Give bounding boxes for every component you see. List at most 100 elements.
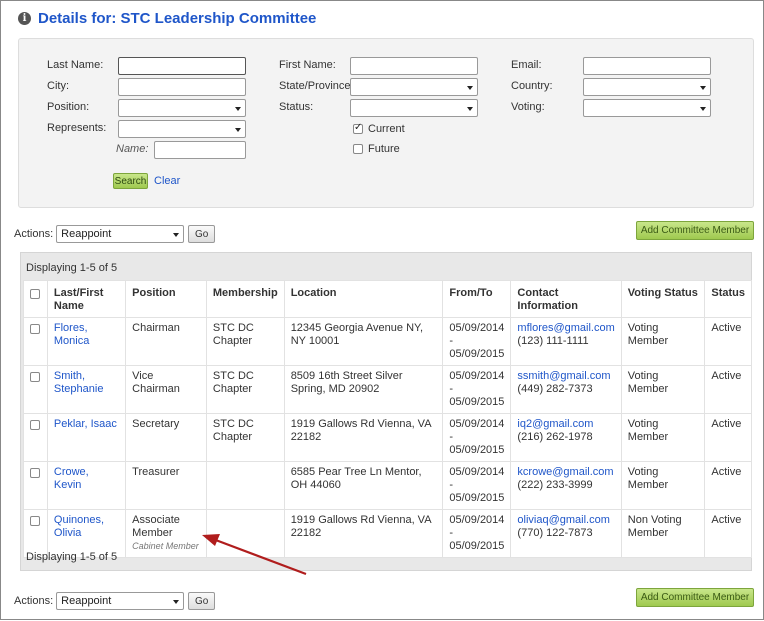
represents-select[interactable] (118, 120, 246, 138)
last-name-input[interactable] (118, 57, 246, 75)
chevron-down-icon (700, 86, 706, 90)
col-membership[interactable]: Membership (205, 280, 285, 318)
col-status[interactable]: Status (704, 280, 752, 318)
voting-label: Voting: (511, 101, 545, 113)
clear-link[interactable]: Clear (154, 175, 180, 187)
row-checkbox[interactable] (30, 468, 40, 478)
row-select-cell (23, 365, 48, 414)
add-committee-member-button[interactable]: Add Committee Member (636, 588, 754, 607)
row-checkbox[interactable] (30, 516, 40, 526)
select-all-checkbox[interactable] (30, 289, 40, 299)
table-row: Quinones, Olivia Associate Member Cabinet … (23, 509, 752, 558)
row-checkbox[interactable] (30, 324, 40, 334)
email-link[interactable]: kcrowe@gmail.com (517, 466, 613, 478)
name-label: Name: (116, 143, 149, 155)
member-name-link[interactable]: Peklar, Isaac (54, 418, 117, 430)
status-label: Status: (279, 101, 314, 113)
position-text: Chairman (132, 322, 180, 334)
status-cell: Active (704, 365, 752, 414)
membership-cell: STC DC Chapter (205, 413, 285, 462)
from-to-cell: 05/09/2014-05/09/2015 (442, 461, 512, 510)
displaying-count-top: Displaying 1-5 of 5 (26, 262, 118, 274)
membership-cell (205, 509, 285, 558)
state-select[interactable] (350, 78, 478, 96)
location-cell: 8509 16th Street Silver Spring, MD 20902 (283, 365, 444, 414)
email-link[interactable]: ssmith@gmail.com (517, 370, 610, 382)
future-label: Future (368, 143, 400, 155)
location-cell: 1919 Gallows Rd Vienna, VA 22182 (283, 413, 444, 462)
chevron-down-icon (235, 107, 241, 111)
name-cell: Smith, Stephanie (46, 365, 127, 414)
col-location[interactable]: Location (283, 280, 444, 318)
position-cell: Treasurer (125, 461, 207, 510)
col-voting-status[interactable]: Voting Status (620, 280, 706, 318)
future-checkbox[interactable] (353, 144, 363, 154)
position-select[interactable] (118, 99, 246, 117)
first-name-input[interactable] (350, 57, 478, 75)
col-position[interactable]: Position (125, 280, 207, 318)
date-separator: - (449, 479, 454, 491)
last-name-label: Last Name: (47, 59, 104, 71)
first-name-label: First Name: (279, 59, 336, 71)
from-to-cell: 05/09/2014-05/09/2015 (442, 317, 512, 366)
to-date: 05/09/2015 (449, 540, 505, 552)
member-name-link[interactable]: Quinones, Olivia (54, 514, 104, 539)
row-checkbox[interactable] (30, 420, 40, 430)
membership-cell: STC DC Chapter (205, 365, 285, 414)
email-link[interactable]: oliviaq@gmail.com (517, 514, 609, 526)
date-separator: - (449, 431, 454, 443)
go-button[interactable]: Go (188, 592, 216, 610)
row-select-cell (23, 317, 48, 366)
voting-select[interactable] (583, 99, 711, 117)
contact-cell: oliviaq@gmail.com (770) 122-7873 (510, 509, 622, 558)
from-to-cell: 05/09/2014-05/09/2015 (442, 509, 512, 558)
displaying-count-bottom: Displaying 1-5 of 5 (26, 551, 118, 563)
from-date: 05/09/2014 (449, 514, 505, 526)
search-button[interactable]: Search (113, 173, 148, 189)
phone-text: (222) 233-3999 (517, 479, 593, 491)
country-label: Country: (511, 80, 553, 92)
current-checkbox[interactable] (353, 122, 363, 134)
member-name-link[interactable]: Smith, Stephanie (54, 370, 104, 395)
email-link[interactable]: mflores@gmail.com (517, 322, 614, 334)
actions-label: Actions: (14, 228, 54, 240)
member-name-link[interactable]: Crowe, Kevin (54, 466, 89, 491)
actions-select[interactable]: Reappoint (56, 225, 185, 243)
info-icon: i (18, 11, 31, 25)
status-cell: Active (704, 461, 752, 510)
email-label: Email: (511, 59, 542, 71)
row-checkbox[interactable] (30, 372, 40, 382)
to-date: 05/09/2015 (449, 492, 505, 504)
row-select-cell (23, 413, 48, 462)
city-input[interactable] (118, 78, 246, 96)
chevron-down-icon (173, 233, 180, 237)
table-header-row: Last/First Name Position Membership Loca… (23, 280, 752, 318)
country-select[interactable] (583, 78, 711, 96)
email-link[interactable]: iq2@gmail.com (517, 418, 593, 430)
from-to-cell: 05/09/2014-05/09/2015 (442, 413, 512, 462)
status-select[interactable] (350, 99, 478, 117)
go-button[interactable]: Go (188, 225, 216, 243)
email-input[interactable] (583, 57, 711, 75)
row-select-cell (23, 461, 48, 510)
represents-name-input[interactable] (154, 141, 246, 159)
to-date: 05/09/2015 (449, 348, 505, 360)
actions-select[interactable]: Reappoint (56, 592, 185, 610)
page-header: i Details for: STC Leadership Committee (18, 9, 316, 27)
col-contact[interactable]: Contact Information (510, 280, 622, 318)
position-cell: Associate Member Cabinet Member (125, 509, 207, 558)
to-date: 05/09/2015 (449, 444, 505, 456)
member-name-link[interactable]: Flores, Monica (54, 322, 89, 347)
position-text: Treasurer (132, 466, 180, 478)
chevron-down-icon (235, 128, 241, 132)
contact-cell: mflores@gmail.com (123) 111-1111 (510, 317, 622, 366)
represents-label: Represents: (47, 122, 107, 134)
position-subtitle: Cabinet Member (132, 541, 199, 551)
col-name[interactable]: Last/First Name (46, 280, 127, 318)
col-from-to[interactable]: From/To (442, 280, 512, 318)
window-frame: i Details for: STC Leadership Committee … (0, 0, 764, 620)
add-committee-member-button[interactable]: Add Committee Member (636, 221, 754, 240)
from-date: 05/09/2014 (449, 418, 505, 430)
status-cell: Active (704, 317, 752, 366)
name-cell: Peklar, Isaac (46, 413, 127, 462)
